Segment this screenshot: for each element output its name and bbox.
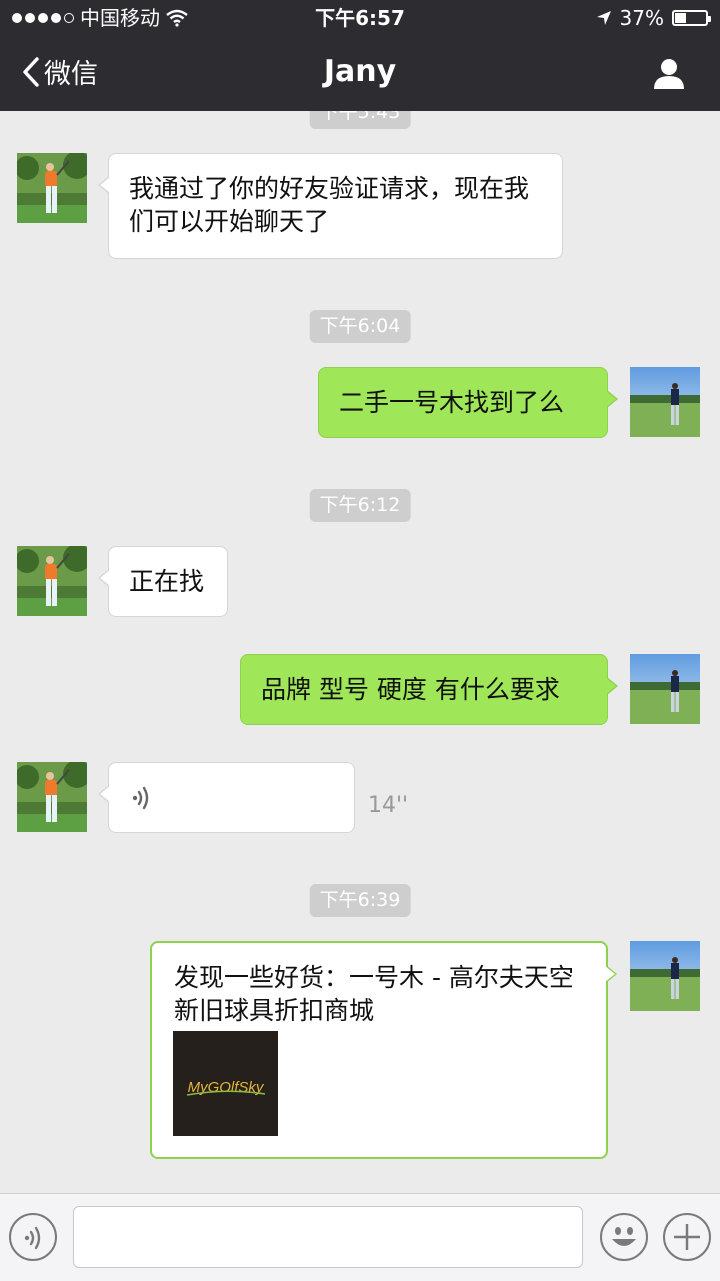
voice-message-bubble[interactable] [98, 762, 355, 833]
input-bar [0, 1193, 720, 1281]
message-bubble[interactable]: 二手一号木找到了么 [318, 367, 618, 438]
emoji-icon [612, 1227, 636, 1246]
contact-avatar[interactable] [17, 762, 87, 832]
more-button[interactable] [663, 1213, 711, 1261]
voice-wave-icon [132, 786, 149, 810]
voice-input-button[interactable] [9, 1213, 57, 1261]
message-text: 正在找 [129, 567, 205, 596]
top-bar: 中国移动 下午6:57 37% 微信 Jany [0, 0, 720, 111]
profile-button[interactable] [652, 56, 686, 94]
timestamp: 下午6:04 [309, 310, 411, 343]
contact-avatar[interactable] [17, 546, 87, 616]
my-avatar[interactable] [630, 654, 700, 724]
battery-icon [672, 10, 711, 26]
plus-icon [674, 1224, 700, 1250]
contact-avatar[interactable] [17, 153, 87, 223]
link-card-thumbnail: MyGOlfSky [173, 1031, 278, 1136]
my-avatar[interactable] [630, 941, 700, 1011]
timestamp: 下午6:12 [309, 489, 411, 522]
voice-duration: 14'' [368, 793, 409, 818]
my-avatar[interactable] [630, 367, 700, 437]
emoji-button[interactable] [600, 1213, 648, 1261]
message-bubble[interactable]: 品牌 型号 硬度 有什么要求 [240, 654, 618, 725]
message-bubble[interactable]: 我通过了你的好友验证请求，现在我们可以开始聊天了 [98, 153, 563, 259]
timestamp: 下午6:39 [309, 884, 411, 917]
status-bar: 中国移动 下午6:57 37% [0, 0, 720, 36]
message-bubble[interactable]: 正在找 [98, 546, 228, 617]
voice-icon [24, 1226, 41, 1250]
message-text: 我通过了你的好友验证请求，现在我们可以开始聊天了 [129, 174, 530, 236]
battery-percent: 37% [619, 6, 664, 30]
location-arrow-icon [596, 11, 611, 25]
message-input[interactable] [73, 1206, 583, 1268]
nav-bar: 微信 Jany [0, 36, 720, 111]
link-card-text: 发现一些好货：一号木 - 高尔夫天空新旧球具折扣商城 [174, 963, 574, 1025]
message-text: 二手一号木找到了么 [339, 388, 565, 417]
chat-title: Jany [323, 54, 397, 89]
thumbnail-logo-text: MyGOlfSky [187, 1079, 264, 1096]
message-text: 品牌 型号 硬度 有什么要求 [261, 675, 560, 704]
link-card-bubble[interactable]: 发现一些好货：一号木 - 高尔夫天空新旧球具折扣商城 MyGOlfSky [150, 941, 617, 1159]
profile-icon [654, 59, 684, 89]
